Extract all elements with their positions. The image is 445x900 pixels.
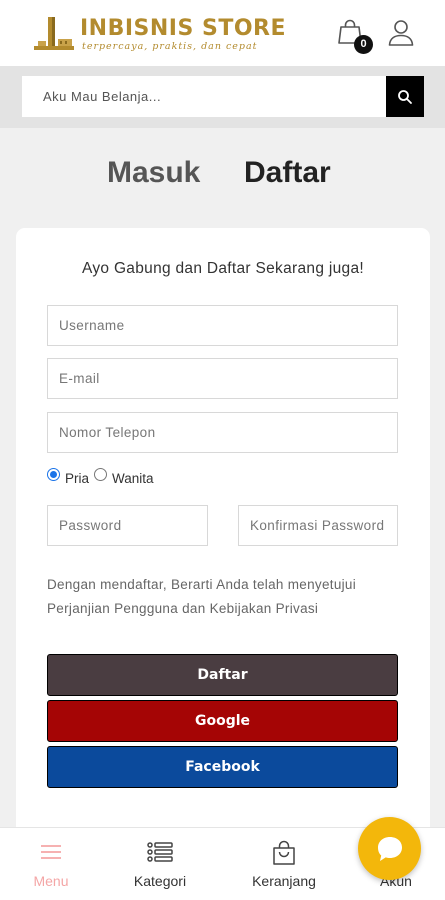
register-button[interactable]: Daftar — [47, 654, 398, 696]
chat-bubble-icon — [377, 836, 402, 861]
store-logo[interactable]: INBISNIS STORE terpercaya, praktis, dan … — [32, 12, 286, 56]
gender-label-wanita: Wanita — [112, 470, 154, 486]
nav-label-keranjang: Keranjang — [252, 873, 316, 889]
nav-item-keranjang[interactable]: Keranjang — [239, 828, 329, 900]
password-field[interactable] — [47, 505, 208, 546]
logo-title: INBISNIS STORE — [80, 15, 287, 41]
shopping-bag-icon — [273, 840, 295, 865]
tab-masuk[interactable]: Masuk — [107, 156, 200, 190]
search-bar — [0, 66, 445, 128]
logo-mark-icon — [32, 15, 78, 53]
phone-field[interactable] — [47, 412, 398, 453]
nav-label-kategori: Kategori — [133, 873, 187, 889]
gender-radio-pria[interactable] — [47, 467, 60, 481]
search-button[interactable] — [386, 76, 424, 117]
register-heading: Ayo Gabung dan Daftar Sekarang juga! — [82, 260, 364, 277]
app-header: INBISNIS STORE terpercaya, praktis, dan … — [0, 0, 445, 66]
search-input[interactable] — [22, 76, 386, 117]
nav-label-menu: Menu — [33, 873, 69, 889]
register-card: Ayo Gabung dan Daftar Sekarang juga! Pri… — [16, 228, 430, 878]
cart-count-badge: 0 — [354, 35, 373, 54]
category-list-icon — [147, 842, 173, 862]
gender-radio-wanita[interactable] — [94, 467, 108, 481]
google-signup-button[interactable]: Google — [47, 700, 398, 742]
user-icon — [388, 20, 414, 46]
hamburger-menu-icon — [41, 845, 61, 859]
header-cart-button[interactable]: 0 — [336, 18, 373, 54]
gender-label-pria: Pria — [65, 470, 90, 486]
email-field[interactable] — [47, 358, 398, 399]
username-field[interactable] — [47, 305, 398, 346]
confirm-password-field[interactable] — [238, 505, 398, 546]
tab-daftar[interactable]: Daftar — [244, 156, 331, 190]
facebook-signup-button[interactable]: Facebook — [47, 746, 398, 788]
gender-radio-group: Pria Wanita — [47, 467, 159, 488]
nav-item-kategori[interactable]: Kategori — [115, 828, 205, 900]
nav-item-menu[interactable]: Menu — [6, 828, 96, 900]
chat-button[interactable] — [358, 817, 421, 880]
search-icon — [398, 89, 412, 104]
logo-tagline: terpercaya, praktis, dan cepat — [82, 40, 258, 52]
header-account-button[interactable] — [386, 18, 416, 48]
terms-agreement-text: Dengan mendaftar, Berarti Anda telah men… — [47, 577, 357, 616]
